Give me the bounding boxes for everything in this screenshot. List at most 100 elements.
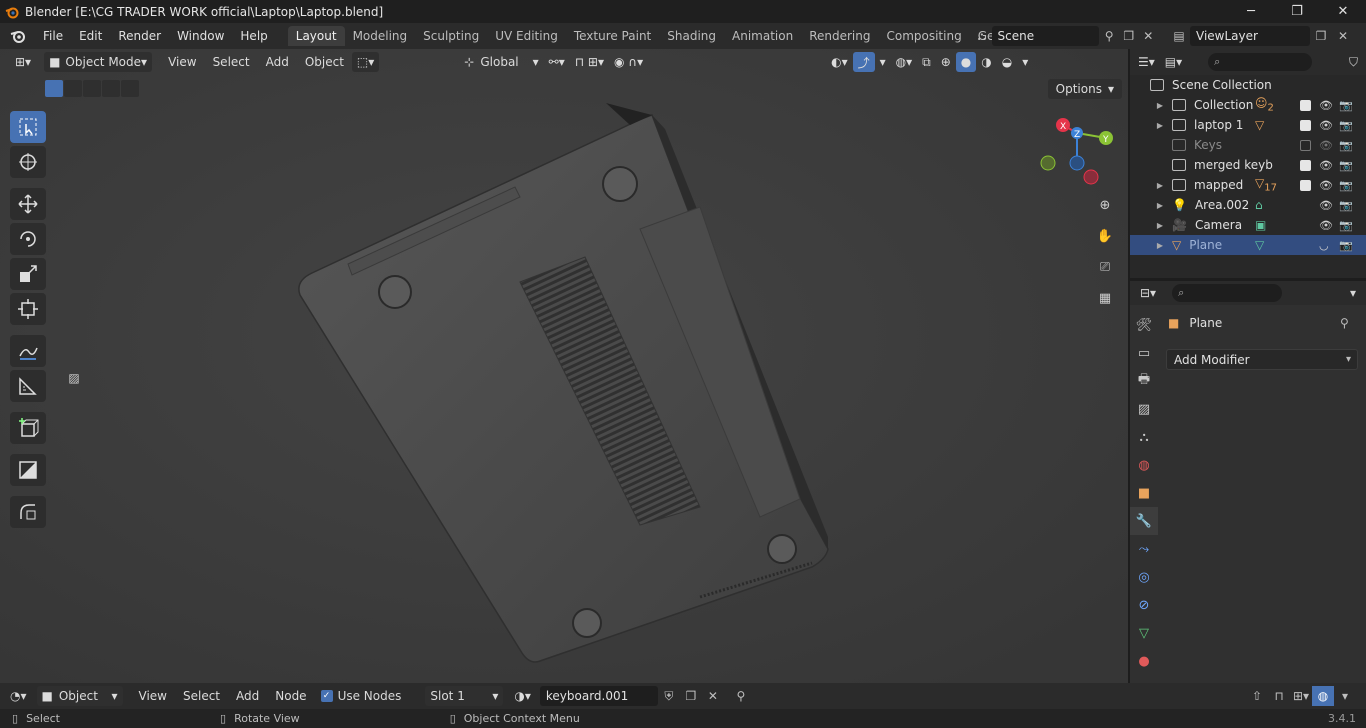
tab-modeling[interactable]: Modeling xyxy=(345,26,416,46)
add-modifier-dropdown[interactable]: Add Modifier ▾ xyxy=(1166,349,1358,370)
expand-arrow-icon[interactable]: ▶ xyxy=(1154,201,1166,210)
gizmo-neg-y-icon[interactable] xyxy=(1040,155,1056,171)
render-camera-icon[interactable]: 📷 xyxy=(1339,179,1353,192)
exclude-checkbox[interactable] xyxy=(1300,159,1311,171)
tool-tab-icon[interactable]: 🛠 xyxy=(1130,311,1158,339)
tab-uv-editing[interactable]: UV Editing xyxy=(487,26,566,46)
minimize-button[interactable]: ─ xyxy=(1228,0,1274,23)
shader-type-dropdown[interactable]: ■ Object ▾ xyxy=(36,686,123,706)
select-intersect-icon[interactable] xyxy=(121,80,139,97)
duplicate-material-icon[interactable]: ❐ xyxy=(680,686,702,706)
select-extend-icon[interactable] xyxy=(64,80,82,97)
scale-tool[interactable] xyxy=(10,258,46,290)
shading-dropdown-icon[interactable]: ▾ xyxy=(1017,52,1033,72)
sidebar-toggle-icon[interactable]: ▨ xyxy=(64,367,84,389)
mode-dropdown[interactable]: ■ Object Mode ▾ xyxy=(44,52,153,72)
slot-dropdown[interactable]: Slot 1 ▾ xyxy=(425,686,504,706)
expand-arrow-icon[interactable]: ▶ xyxy=(1154,181,1166,190)
pan-hand-icon[interactable]: ✋ xyxy=(1092,223,1118,249)
zoom-icon[interactable]: ⊕ xyxy=(1092,192,1118,218)
object-type-visibility-icon[interactable]: ⬚▾ xyxy=(351,52,380,72)
physics-tab-icon[interactable]: ◎ xyxy=(1130,563,1158,591)
pin-icon[interactable]: ⚲ xyxy=(1340,316,1349,330)
tab-layout[interactable]: Layout xyxy=(287,26,345,46)
camera-view-icon[interactable]: ⎚ xyxy=(1092,254,1118,280)
select-subtract-icon[interactable] xyxy=(83,80,101,97)
gizmo-neg-x-icon[interactable] xyxy=(1083,169,1099,185)
outliner-row-camera[interactable]: ▶ 🎥 Camera ▣ 👁 📷 xyxy=(1130,215,1366,235)
xray-icon[interactable]: ⧉ xyxy=(917,52,936,72)
new-scene-icon[interactable]: ❐ xyxy=(1119,26,1139,46)
shader-menu-view[interactable]: View xyxy=(131,689,175,703)
unlink-material-icon[interactable]: ✕ xyxy=(702,686,724,706)
exclude-checkbox[interactable] xyxy=(1300,179,1311,191)
menu-window[interactable]: Window xyxy=(169,29,232,43)
view-layer-icon[interactable]: ▤ xyxy=(1168,26,1190,46)
blender-menu-icon[interactable] xyxy=(9,27,27,45)
expand-arrow-icon[interactable]: ▶ xyxy=(1154,221,1166,230)
close-button[interactable]: ✕ xyxy=(1320,0,1366,23)
rendered-shading-icon[interactable]: ◒ xyxy=(997,52,1017,72)
viewport-menu-view[interactable]: View xyxy=(160,55,204,69)
output-tab-icon[interactable]: 🖶 xyxy=(1130,367,1158,395)
eye-icon[interactable]: 👁 xyxy=(1319,219,1333,232)
filter-icon[interactable]: ⛉ xyxy=(1349,55,1358,70)
snap-mode-icon[interactable]: ⊞▾ xyxy=(1290,686,1312,706)
render-camera-icon[interactable]: 📷 xyxy=(1339,159,1353,172)
solid-shading-icon[interactable]: ● xyxy=(955,52,977,72)
pin-icon[interactable]: ⚲ xyxy=(1099,26,1119,46)
delete-view-layer-icon[interactable]: ✕ xyxy=(1332,26,1354,46)
material-name-field[interactable]: keyboard.001 xyxy=(539,686,658,706)
overlays-dropdown-icon[interactable]: ▾ xyxy=(1334,686,1356,706)
world-tab-icon[interactable]: ◍ xyxy=(1130,451,1158,479)
outliner-row-keys[interactable]: Keys 👁 📷 xyxy=(1130,135,1366,155)
use-nodes-checkbox[interactable]: ✓ xyxy=(320,690,333,702)
render-camera-icon[interactable]: 📷 xyxy=(1339,99,1353,112)
parent-node-tree-icon[interactable]: ⇧ xyxy=(1246,686,1268,706)
tab-sculpting[interactable]: Sculpting xyxy=(415,26,487,46)
tab-rendering[interactable]: Rendering xyxy=(801,26,878,46)
eye-icon[interactable]: 👁 xyxy=(1319,139,1333,152)
snap-icon[interactable]: ⊓ ⊞▾ xyxy=(570,52,609,72)
outliner-row-merged-keyb[interactable]: merged keyb 👁 📷 xyxy=(1130,155,1366,175)
pivot-point-icon[interactable]: ⚯▾ xyxy=(544,52,570,72)
maximize-button[interactable]: ❐ xyxy=(1274,0,1320,23)
gizmo-dropdown-icon[interactable]: ▾ xyxy=(875,52,891,72)
bend-tool[interactable] xyxy=(10,496,46,528)
constraints-tab-icon[interactable]: ⊘ xyxy=(1130,591,1158,619)
render-camera-icon[interactable]: 📷 xyxy=(1339,139,1353,152)
exclude-checkbox[interactable] xyxy=(1300,119,1311,131)
gizmo-neg-z-icon[interactable] xyxy=(1069,155,1085,171)
expand-arrow-icon[interactable]: ▶ xyxy=(1154,101,1166,110)
menu-render[interactable]: Render xyxy=(110,29,169,43)
outliner-row-area[interactable]: ▶ 💡 Area.002 ⌂ 👁 📷 xyxy=(1130,195,1366,215)
outliner-row-mapped[interactable]: ▶ mapped ▽17 👁 📷 xyxy=(1130,175,1366,195)
display-mode-icon[interactable]: ▤▾ xyxy=(1165,55,1182,69)
properties-search-input[interactable]: ⌕ xyxy=(1172,284,1283,302)
render-camera-icon[interactable]: 📷 xyxy=(1339,219,1353,232)
new-view-layer-icon[interactable]: ❐ xyxy=(1310,26,1332,46)
delete-scene-icon[interactable]: ✕ xyxy=(1138,26,1158,46)
move-tool[interactable] xyxy=(10,188,46,220)
render-tab-icon[interactable]: ▭ xyxy=(1130,339,1158,367)
expand-arrow-icon[interactable]: ▶ xyxy=(1154,241,1166,250)
material-shading-icon[interactable]: ◑ xyxy=(976,52,996,72)
tab-animation[interactable]: Animation xyxy=(724,26,801,46)
menu-help[interactable]: Help xyxy=(232,29,275,43)
eye-icon[interactable]: 👁 xyxy=(1319,99,1333,112)
wireframe-shading-icon[interactable]: ⊕ xyxy=(936,52,956,72)
editor-type-icon[interactable]: ◔▾ xyxy=(10,689,27,703)
eye-hidden-icon[interactable]: ◡ xyxy=(1319,239,1329,252)
viewport-menu-object[interactable]: Object xyxy=(297,55,352,69)
overlays-icon[interactable]: ◍▾ xyxy=(891,52,918,72)
3d-viewport[interactable]: ⊞▾ ■ Object Mode ▾ View Select Add Objec… xyxy=(0,49,1128,683)
eye-icon[interactable]: 👁 xyxy=(1319,199,1333,212)
exclude-checkbox[interactable] xyxy=(1300,99,1311,111)
outliner-row-plane[interactable]: ▶ ▽ Plane ▽ ◡ 📷 xyxy=(1130,235,1366,255)
annotate-tool[interactable] xyxy=(10,335,46,367)
overlays-icon[interactable]: ◍ xyxy=(1312,686,1334,706)
gizmo-toggle-icon[interactable]: ⤴ xyxy=(852,52,875,72)
particles-tab-icon[interactable]: ⤳ xyxy=(1130,535,1158,563)
shader-menu-select[interactable]: Select xyxy=(175,689,228,703)
measure-tool[interactable] xyxy=(10,370,46,402)
